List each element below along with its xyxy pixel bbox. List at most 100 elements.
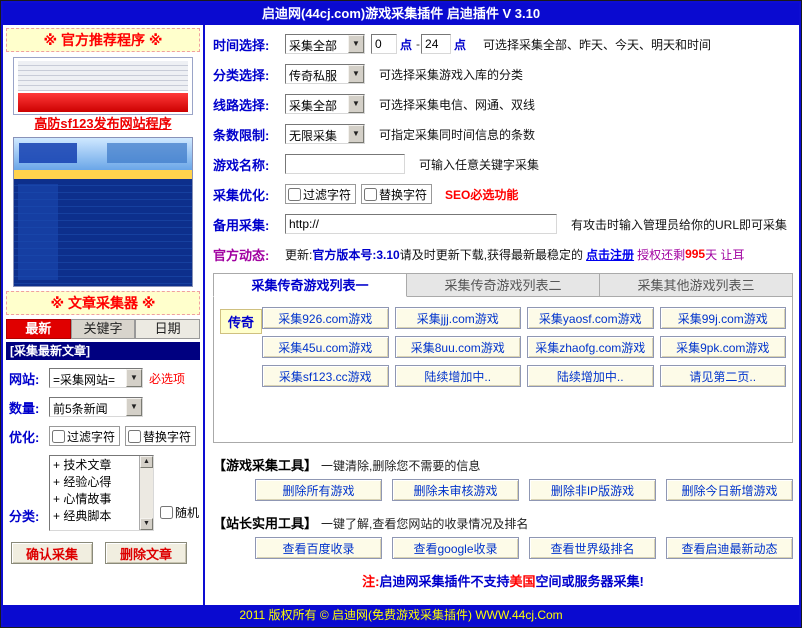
- confirm-collect-button[interactable]: 确认采集: [11, 542, 93, 564]
- collect-game-button[interactable]: 采集sf123.cc游戏: [262, 365, 389, 387]
- time-select[interactable]: 采集全部 ▼: [285, 34, 365, 54]
- collect-game-button[interactable]: 陆续增加中..: [527, 365, 654, 387]
- title-bar: 启迪网(44cj.com)游戏采集插件 启迪插件 V 3.10: [3, 3, 799, 25]
- auth-remaining-text: 授权还剩: [637, 246, 685, 263]
- delete-all-games-button[interactable]: 删除所有游戏: [255, 479, 382, 501]
- legend-label: 传奇: [220, 309, 262, 334]
- game-tools-buttons: 删除所有游戏 删除未审核游戏 删除非IP版游戏 删除今日新增游戏: [255, 479, 793, 501]
- scrollbar-track[interactable]: [140, 468, 153, 518]
- category-list-items: + 技术文章 + 经验心得 + 心情故事 + 经典脚本: [50, 456, 139, 530]
- time-to-input[interactable]: [421, 34, 451, 54]
- tab-keyword[interactable]: 关键字: [71, 319, 136, 339]
- scroll-up-icon[interactable]: ▲: [140, 456, 153, 468]
- register-link[interactable]: 点击注册: [586, 246, 634, 263]
- line-select[interactable]: 采集全部 ▼: [285, 94, 365, 114]
- category-select-label: 分类选择:: [213, 65, 285, 84]
- chevron-down-icon[interactable]: ▼: [126, 398, 142, 416]
- game-name-label: 游戏名称:: [213, 155, 285, 174]
- sidebar-tabs: 最新 关键字 日期: [6, 319, 200, 339]
- game-name-input[interactable]: [285, 154, 405, 174]
- tab-game-list-2[interactable]: 采集传奇游戏列表二: [407, 273, 600, 297]
- random-checkbox-input[interactable]: [160, 506, 173, 519]
- thumbnail-text-lines: [18, 61, 188, 91]
- site-select-value: =采集网站=: [50, 369, 126, 387]
- random-checkbox[interactable]: 随机: [160, 504, 199, 521]
- backup-url-input[interactable]: [285, 214, 557, 234]
- qidi-news-button[interactable]: 查看启迪最新动态: [666, 537, 793, 559]
- list-item[interactable]: + 经典脚本: [53, 508, 139, 525]
- window-title: 启迪网(44cj.com)游戏采集插件 启迪插件 V 3.10: [262, 6, 540, 21]
- collect-game-button[interactable]: 采集99j.com游戏: [660, 307, 787, 329]
- collect-game-button[interactable]: 采集9pk.com游戏: [660, 336, 787, 358]
- category-listbox[interactable]: + 技术文章 + 经验心得 + 心情故事 + 经典脚本 ▲ ▼: [49, 455, 154, 531]
- collect-game-button[interactable]: 采集jjj.com游戏: [395, 307, 522, 329]
- category-select[interactable]: 传奇私服 ▼: [285, 64, 365, 84]
- tab-game-list-1[interactable]: 采集传奇游戏列表一: [213, 273, 407, 297]
- time-dash: -: [416, 37, 420, 51]
- copyright: 2011 版权所有 © 启迪网(免费游戏采集插件) WWW.44cj.Com: [239, 608, 562, 622]
- count-row: 数量: 前5条新闻 ▼: [9, 397, 199, 417]
- backup-row: 备用采集: 有攻击时输入管理员给你的URL即可采集: [213, 213, 793, 235]
- time-desc: 可选择采集全部、昨天、今天、明天和时间: [483, 36, 711, 53]
- baidu-index-button[interactable]: 查看百度收录: [255, 537, 382, 559]
- delete-unreviewed-games-button[interactable]: 删除未审核游戏: [392, 479, 519, 501]
- list-item[interactable]: + 经验心得: [53, 474, 139, 491]
- collect-game-button[interactable]: 请见第二页..: [660, 365, 787, 387]
- chevron-down-icon[interactable]: ▼: [348, 65, 364, 83]
- game-name-desc: 可输入任意关键字采集: [419, 156, 539, 173]
- auth-unit-text: 天 让耳: [705, 246, 744, 263]
- promo-screenshot-game-site[interactable]: [13, 137, 193, 287]
- delete-article-button[interactable]: 删除文章: [105, 542, 187, 564]
- chevron-down-icon[interactable]: ▼: [348, 35, 364, 53]
- category-label: 分类:: [9, 506, 49, 525]
- filter-chars-checkbox[interactable]: 过滤字符: [49, 426, 120, 446]
- promo-link[interactable]: 高防sf123发布网站程序: [3, 115, 203, 133]
- collect-game-button[interactable]: 采集yaosf.com游戏: [527, 307, 654, 329]
- collect-game-button[interactable]: 陆续增加中..: [395, 365, 522, 387]
- chevron-down-icon[interactable]: ▼: [126, 369, 142, 387]
- count-select[interactable]: 前5条新闻 ▼: [49, 397, 143, 417]
- time-select-value: 采集全部: [286, 35, 348, 53]
- note-highlight: 美国: [510, 574, 536, 589]
- tab-latest[interactable]: 最新: [6, 319, 71, 339]
- news-text: 请及时更新下载,获得最新最稳定的: [400, 246, 583, 263]
- chevron-down-icon[interactable]: ▼: [348, 95, 364, 113]
- window-frame: 启迪网(44cj.com)游戏采集插件 启迪插件 V 3.10 ※ 官方推荐程序…: [1, 1, 801, 627]
- optimize-label: 优化:: [9, 427, 49, 446]
- delete-today-games-button[interactable]: 删除今日新增游戏: [666, 479, 793, 501]
- promo-screenshot-sf123[interactable]: [13, 57, 193, 115]
- listbox-scrollbar[interactable]: ▲ ▼: [139, 456, 153, 530]
- list-item[interactable]: + 技术文章: [53, 457, 139, 474]
- collect-game-button[interactable]: 采集926.com游戏: [262, 307, 389, 329]
- game-tools-title: 【游戏采集工具】: [213, 455, 317, 474]
- chevron-down-icon[interactable]: ▼: [348, 125, 364, 143]
- tab-game-list-3[interactable]: 采集其他游戏列表三: [600, 273, 793, 297]
- main-filter-label: 过滤字符: [303, 186, 351, 203]
- limit-select[interactable]: 无限采集 ▼: [285, 124, 365, 144]
- google-index-button[interactable]: 查看google收录: [392, 537, 519, 559]
- game-list-tabs: 采集传奇游戏列表一 采集传奇游戏列表二 采集其他游戏列表三: [213, 273, 793, 297]
- filter-chars-checkbox-input[interactable]: [52, 430, 65, 443]
- scroll-down-icon[interactable]: ▼: [140, 518, 153, 530]
- replace-chars-checkbox[interactable]: 替换字符: [125, 426, 196, 446]
- collect-game-button[interactable]: 采集zhaofg.com游戏: [527, 336, 654, 358]
- section-title: [采集最新文章]: [6, 342, 200, 360]
- limit-row: 条数限制: 无限采集 ▼ 可指定采集同时间信息的条数: [213, 123, 793, 145]
- main-replace-checkbox[interactable]: 替换字符: [361, 184, 432, 204]
- time-from-input[interactable]: [371, 34, 397, 54]
- news-version: 官方版本号:3.10: [312, 246, 399, 263]
- collect-game-button[interactable]: 采集45u.com游戏: [262, 336, 389, 358]
- list-item[interactable]: + 心情故事: [53, 491, 139, 508]
- site-select[interactable]: =采集网站= ▼: [49, 368, 143, 388]
- main-filter-checkbox[interactable]: 过滤字符: [285, 184, 356, 204]
- tab-date[interactable]: 日期: [135, 319, 200, 339]
- footer-note: 注:启迪网采集插件不支持美国空间或服务器采集!: [213, 571, 793, 590]
- replace-chars-checkbox-input[interactable]: [128, 430, 141, 443]
- world-rank-button[interactable]: 查看世界级排名: [529, 537, 656, 559]
- line-select-value: 采集全部: [286, 95, 348, 113]
- delete-non-ip-games-button[interactable]: 删除非IP版游戏: [529, 479, 656, 501]
- collect-game-button[interactable]: 采集8uu.com游戏: [395, 336, 522, 358]
- main-filter-checkbox-input[interactable]: [288, 188, 301, 201]
- main-replace-checkbox-input[interactable]: [364, 188, 377, 201]
- official-news-label: 官方动态:: [213, 245, 285, 264]
